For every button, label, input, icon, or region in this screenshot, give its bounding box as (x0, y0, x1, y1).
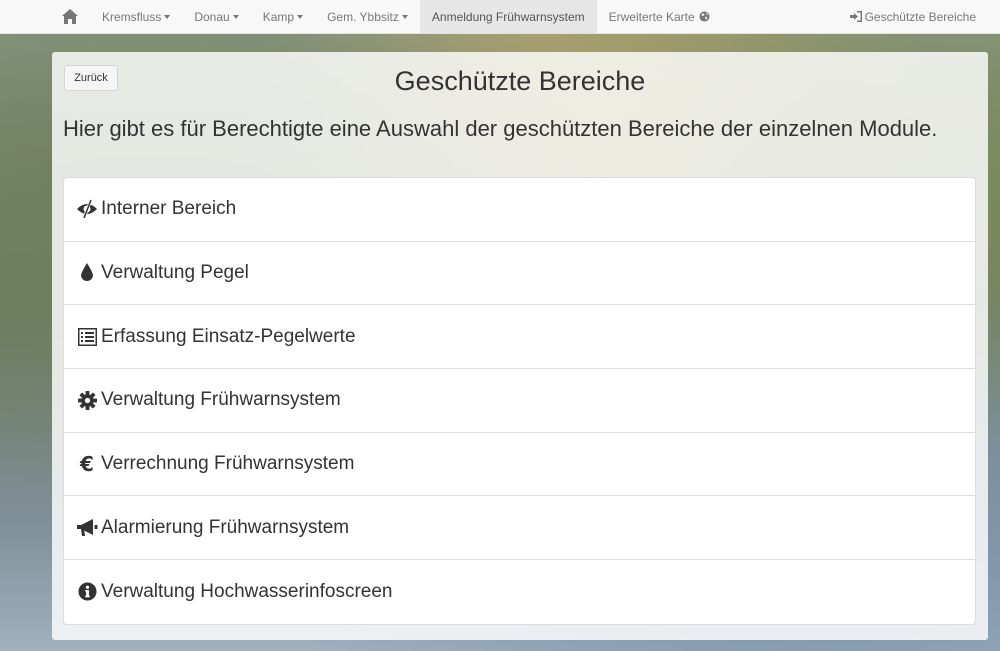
nav-kamp-dropdown[interactable]: Kamp (251, 0, 315, 33)
caret-down-icon (297, 15, 304, 19)
nav-donau-label: Donau (194, 9, 230, 24)
page-title: Geschützte Bereiche (394, 66, 646, 96)
nav-kremsfluss-label: Kremsfluss (102, 9, 162, 24)
list-item-verwaltung-fruehwarnsystem[interactable]: Verwaltung Frühwarnsystem (64, 369, 975, 433)
list-item-interner-bereich[interactable]: Interner Bereich (64, 178, 975, 242)
eye-slash-icon (76, 198, 98, 220)
home-icon (62, 9, 78, 24)
nav-erweiterte-karte-label: Erweiterte Karte (608, 9, 695, 24)
cog-icon (76, 389, 98, 411)
list-alt-icon (76, 326, 98, 348)
caret-down-icon (401, 15, 408, 19)
list-item-verrechnung-fruehwarnsystem[interactable]: € Verrechnung Frühwarnsystem (64, 433, 975, 497)
list-item-label: Alarmierung Frühwarnsystem (101, 516, 350, 538)
list-item-verwaltung-hochwasserinfoscreen[interactable]: Verwaltung Hochwasserinfoscreen (64, 560, 975, 624)
list-item-label: Interner Bereich (101, 198, 237, 220)
home-link[interactable] (50, 0, 90, 33)
list-item-verwaltung-pegel[interactable]: Verwaltung Pegel (64, 242, 975, 306)
nav-kremsfluss-dropdown[interactable]: Kremsfluss (90, 0, 182, 33)
nav-geschuetzte-bereiche-label: Geschützte Bereiche (864, 9, 976, 24)
list-item-label: Verwaltung Frühwarnsystem (101, 389, 341, 411)
euro-icon: € (80, 452, 94, 477)
bullhorn-icon (76, 517, 98, 539)
content-panel: Zurück Geschützte Bereiche Hier gibt es … (52, 52, 988, 640)
protected-areas-list: Interner Bereich Verwaltung Pegel Erfass… (63, 177, 976, 625)
top-navbar: Kremsfluss Donau Kamp Gem. Ybbsitz Anmel… (0, 0, 1000, 34)
list-item-label: Verwaltung Hochwasserinfoscreen (101, 580, 393, 602)
globe-icon (699, 11, 710, 22)
list-item-alarmierung-fruehwarnsystem[interactable]: Alarmierung Frühwarnsystem (64, 496, 975, 561)
nav-donau-dropdown[interactable]: Donau (182, 0, 250, 33)
caret-down-icon (164, 15, 171, 19)
nav-geschuetzte-bereiche[interactable]: Geschützte Bereiche (838, 0, 1000, 33)
nav-anmeldung-label: Anmeldung Frühwarnsystem (431, 9, 585, 24)
nav-kamp-label: Kamp (262, 9, 295, 24)
list-item-label: Erfassung Einsatz-Pegelwerte (101, 325, 356, 347)
sign-in-icon (849, 11, 862, 22)
nav-anmeldung-fruehwarnsystem[interactable]: Anmeldung Frühwarnsystem (419, 0, 597, 33)
intro-text: Hier gibt es für Berechtigte eine Auswah… (63, 116, 938, 141)
list-item-erfassung-einsatz-pegelwerte[interactable]: Erfassung Einsatz-Pegelwerte (64, 305, 975, 370)
info-sign-icon (76, 581, 98, 603)
nav-ybbsitz-dropdown[interactable]: Gem. Ybbsitz (315, 0, 420, 33)
caret-down-icon (232, 15, 239, 19)
list-item-label: Verrechnung Frühwarnsystem (101, 453, 355, 475)
nav-ybbsitz-label: Gem. Ybbsitz (327, 9, 399, 24)
nav-erweiterte-karte[interactable]: Erweiterte Karte (597, 0, 722, 33)
list-item-label: Verwaltung Pegel (101, 262, 249, 284)
drop-icon (76, 262, 98, 284)
